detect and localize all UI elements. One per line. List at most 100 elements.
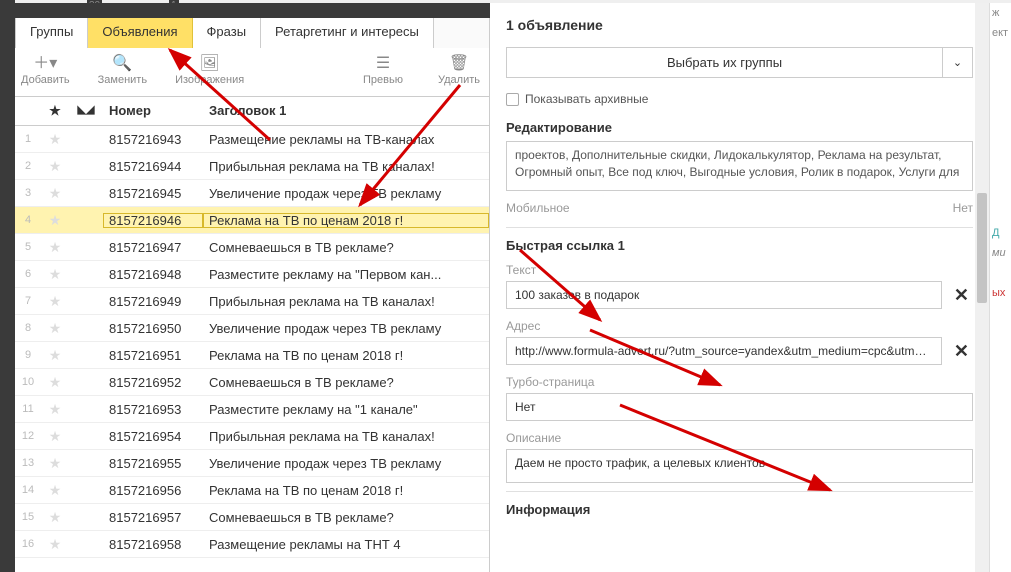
row-index: 4 (15, 214, 41, 226)
row-star[interactable] (41, 293, 69, 310)
row-star[interactable] (41, 455, 69, 472)
delete-button[interactable]: 🗑 Удалить (435, 56, 483, 86)
scrollbar-thumb[interactable] (977, 193, 987, 303)
clear-text-button[interactable]: ✕ (950, 285, 973, 306)
row-star[interactable] (41, 347, 69, 364)
row-index: 13 (15, 457, 41, 469)
table-row[interactable]: 78157216949Прибыльная реклама на ТВ кана… (15, 288, 489, 315)
row-number: 8157216953 (103, 402, 203, 417)
row-title: Прибыльная реклама на ТВ каналах! (203, 159, 489, 174)
row-star[interactable] (41, 185, 69, 202)
dark-strip-top (15, 3, 490, 18)
col-title-header[interactable]: Заголовок 1 (203, 103, 489, 119)
mobile-value: Нет (953, 201, 973, 215)
row-star[interactable] (41, 320, 69, 337)
row-star[interactable] (41, 509, 69, 526)
show-archive-checkbox[interactable] (506, 93, 519, 106)
table-row[interactable]: 138157216955Увеличение продаж через ТВ р… (15, 450, 489, 477)
delete-label: Удалить (438, 74, 480, 86)
col-index (15, 103, 41, 119)
row-number: 8157216951 (103, 348, 203, 363)
plus-icon: ＋▾ (33, 56, 57, 72)
replace-button[interactable]: 🔍 Заменить (98, 56, 147, 86)
row-title: Размещение рекламы на ТНТ 4 (203, 537, 489, 552)
edit-textarea[interactable]: проектов, Дополнительные скидки, Лидокал… (506, 141, 973, 191)
right-heading: 1 объявление (506, 17, 973, 33)
turbo-input[interactable]: Нет (506, 393, 973, 421)
row-number: 8157216947 (103, 240, 203, 255)
table-row[interactable]: 88157216950Увеличение продаж через ТВ ре… (15, 315, 489, 342)
addr-input[interactable]: http://www.formula-advert.ru/?utm_source… (506, 337, 942, 365)
show-archive-label: Показывать архивные (525, 92, 648, 106)
table-row[interactable]: 148157216956Реклама на ТВ по ценам 2018 … (15, 477, 489, 504)
row-star[interactable] (41, 266, 69, 283)
table-row[interactable]: 118157216953Разместите рекламу на "1 кан… (15, 396, 489, 423)
table-row[interactable]: 38157216945Увеличение продаж через ТВ ре… (15, 180, 489, 207)
col-star[interactable] (41, 103, 69, 119)
tab-ads[interactable]: Объявления (88, 15, 192, 48)
row-star[interactable] (41, 212, 69, 229)
star-icon (49, 509, 62, 525)
row-title: Реклама на ТВ по ценам 2018 г! (203, 213, 489, 228)
row-title: Прибыльная реклама на ТВ каналах! (203, 429, 489, 444)
tab-phrases[interactable]: Фразы (193, 15, 262, 48)
col-sort[interactable]: ◣◢ (69, 103, 103, 119)
star-icon (49, 536, 62, 552)
table-row[interactable]: 168157216958Размещение рекламы на ТНТ 4 (15, 531, 489, 558)
row-index: 10 (15, 376, 41, 388)
toolbar: ＋▾ Добавить 🔍 Заменить 🖼 Изображения ☰ П… (15, 48, 489, 97)
row-index: 3 (15, 187, 41, 199)
row-title: Сомневаешься в ТВ рекламе? (203, 510, 489, 525)
row-star[interactable] (41, 374, 69, 391)
preview-label: Превью (363, 74, 403, 86)
chevron-down-icon: ⌄ (953, 56, 962, 69)
tab-groups[interactable]: Группы (15, 15, 88, 48)
row-number: 8157216943 (103, 132, 203, 147)
row-star[interactable] (41, 158, 69, 175)
add-button[interactable]: ＋▾ Добавить (21, 56, 70, 86)
row-title: Разместите рекламу на "1 канале" (203, 402, 489, 417)
star-icon (49, 347, 62, 363)
row-index: 12 (15, 430, 41, 442)
row-title: Разместите рекламу на "Первом кан... (203, 267, 489, 282)
star-icon (49, 212, 62, 228)
dark-strip-left (0, 0, 15, 572)
table-row[interactable]: 158157216957Сомневаешься в ТВ рекламе? (15, 504, 489, 531)
link-text-input[interactable]: 100 заказов в подарок (506, 281, 942, 309)
row-star[interactable] (41, 428, 69, 445)
table-row[interactable]: 12 8157216954Прибыльная реклама на ТВ кан… (15, 423, 489, 450)
table-row[interactable]: 58157216947Сомневаешься в ТВ рекламе? (15, 234, 489, 261)
tab-retarget[interactable]: Ретаргетинг и интересы (261, 15, 434, 48)
row-index: 1 (15, 133, 41, 145)
table-row[interactable]: 28157216944Прибыльная реклама на ТВ кана… (15, 153, 489, 180)
field-desc-label: Описание (506, 431, 973, 445)
select-group-caret[interactable]: ⌄ (943, 47, 973, 78)
field-turbo-label: Турбо-страница (506, 375, 973, 389)
table-header: ◣◢ Номер Заголовок 1 (15, 97, 489, 126)
select-group-button[interactable]: Выбрать их группы (506, 47, 943, 78)
desc-textarea[interactable]: Даем не просто трафик, а целевых клиенто… (506, 449, 973, 483)
row-star[interactable] (41, 131, 69, 148)
row-star[interactable] (41, 239, 69, 256)
table-row[interactable]: 18157216943Размещение рекламы на ТВ-кана… (15, 126, 489, 153)
row-number: 8157216949 (103, 294, 203, 309)
images-button[interactable]: 🖼 Изображения (175, 56, 244, 86)
row-title: Прибыльная реклама на ТВ каналах! (203, 294, 489, 309)
row-number: 8157216950 (103, 321, 203, 336)
search-icon: 🔍 (112, 56, 132, 72)
table-row[interactable]: 98157216951Реклама на ТВ по ценам 2018 г… (15, 342, 489, 369)
table-row[interactable]: 68157216948Разместите рекламу на "Первом… (15, 261, 489, 288)
star-icon (49, 374, 62, 390)
row-number: 8157216954 (103, 429, 203, 444)
table-row[interactable]: 108157216952Сомневаешься в ТВ рекламе? (15, 369, 489, 396)
row-title: Увеличение продаж через ТВ рекламу (203, 186, 489, 201)
row-star[interactable] (41, 536, 69, 553)
scrollbar[interactable] (975, 3, 989, 572)
col-number-header[interactable]: Номер (103, 103, 203, 119)
row-star[interactable] (41, 482, 69, 499)
clear-addr-button[interactable]: ✕ (950, 341, 973, 362)
star-icon (49, 131, 62, 147)
preview-button[interactable]: ☰ Превью (359, 56, 407, 86)
table-row[interactable]: 48157216946Реклама на ТВ по ценам 2018 г… (15, 207, 489, 234)
row-star[interactable] (41, 401, 69, 418)
